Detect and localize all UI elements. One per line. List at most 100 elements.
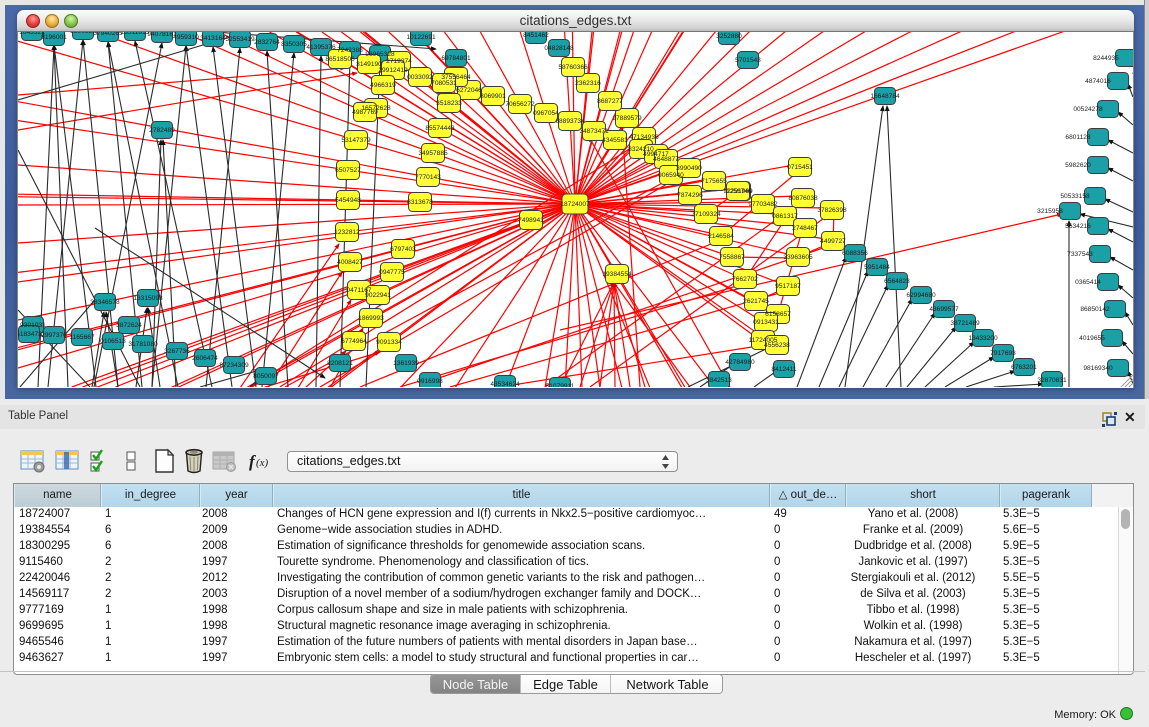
svg-text:51079911: 51079911: [546, 383, 575, 387]
svg-text:2606474: 2606474: [192, 355, 218, 362]
svg-text:9517187: 9517187: [775, 283, 801, 290]
svg-text:2748467: 2748467: [792, 225, 818, 232]
svg-text:37826398: 37826398: [817, 207, 847, 214]
svg-text:5701543: 5701543: [735, 57, 761, 64]
svg-text:10122691: 10122691: [406, 34, 436, 41]
svg-text:4959310: 4959310: [173, 34, 199, 41]
svg-text:47134936: 47134936: [629, 134, 659, 141]
svg-text:4987769: 4987769: [352, 109, 378, 116]
svg-text:7874296: 7874296: [677, 192, 703, 199]
svg-text:0106513: 0106513: [100, 338, 126, 345]
svg-text:7337543: 7337543: [1067, 251, 1093, 258]
svg-text:6763201: 6763201: [1011, 364, 1037, 371]
svg-text:1361939: 1361939: [393, 360, 419, 367]
svg-text:77109324: 77109324: [691, 211, 721, 218]
svg-text:41395376: 41395376: [306, 44, 336, 51]
svg-text:8069901: 8069901: [480, 93, 506, 100]
svg-text:4556238: 4556238: [764, 342, 790, 349]
svg-text:8687277: 8687277: [597, 98, 623, 105]
svg-text:96965328: 96965328: [365, 51, 395, 58]
svg-text:87234309: 87234309: [219, 362, 249, 369]
svg-text:4345581: 4345581: [602, 137, 628, 144]
svg-text:0967054: 0967054: [533, 110, 559, 117]
svg-text:0365414: 0365414: [1075, 279, 1101, 286]
svg-text:52553419: 52553419: [225, 36, 255, 43]
svg-text:7242388: 7242388: [337, 47, 363, 54]
svg-text:6507527: 6507527: [335, 167, 361, 174]
svg-text:6774964: 6774964: [341, 338, 367, 345]
svg-text:23511615: 23511615: [121, 32, 150, 36]
svg-text:4874016: 4874016: [1085, 78, 1111, 85]
svg-text:0916998: 0916998: [417, 378, 443, 385]
svg-text:1232812: 1232812: [334, 229, 360, 236]
svg-text:8196001: 8196001: [41, 34, 67, 41]
svg-text:6158657: 6158657: [765, 311, 791, 318]
svg-text:7558867: 7558867: [719, 254, 745, 261]
svg-text:8050097: 8050097: [253, 373, 279, 380]
svg-text:0861317: 0861317: [772, 213, 798, 220]
svg-text:7080531: 7080531: [431, 80, 457, 87]
svg-text:19384554: 19384554: [602, 271, 632, 278]
svg-text:8451462: 8451462: [523, 32, 549, 39]
svg-text:5454948: 5454948: [335, 197, 361, 204]
svg-text:7770143: 7770143: [415, 174, 441, 181]
svg-text:34873471: 34873471: [579, 128, 609, 135]
svg-text:13315098: 13315098: [133, 295, 163, 302]
svg-text:6564823: 6564823: [884, 278, 910, 285]
svg-text:6801128: 6801128: [1065, 134, 1091, 141]
svg-text:4019655: 4019655: [1079, 335, 1105, 342]
svg-text:8313678: 8313678: [407, 199, 433, 206]
svg-text:04828148: 04828148: [544, 45, 574, 52]
svg-text:38346578: 38346578: [90, 299, 120, 306]
svg-text:3267736: 3267736: [164, 348, 190, 355]
svg-text:38721489: 38721489: [950, 320, 980, 327]
svg-text:7662702: 7662702: [732, 276, 758, 283]
svg-text:6272046: 6272046: [456, 87, 482, 94]
svg-text:7498941: 7498941: [518, 217, 544, 224]
svg-text:3990490: 3990490: [676, 165, 702, 172]
svg-text:3149190: 3149190: [356, 61, 382, 68]
svg-text:86518506: 86518506: [325, 56, 355, 63]
svg-text:31781080: 31781080: [128, 341, 158, 348]
svg-text:8412411: 8412411: [771, 366, 797, 373]
svg-text:2719374: 2719374: [386, 58, 412, 65]
svg-text:3842513: 3842513: [706, 377, 732, 384]
svg-text:3215958: 3215958: [1037, 208, 1063, 215]
svg-text:4648877: 4648877: [653, 156, 679, 163]
svg-text:4008427: 4008427: [337, 259, 363, 266]
svg-text:69784801: 69784801: [441, 55, 471, 62]
svg-text:5183473: 5183473: [18, 331, 42, 338]
svg-text:33963605: 33963605: [783, 254, 813, 261]
svg-text:86850142: 86850142: [1080, 306, 1110, 313]
svg-text:9065940: 9065940: [658, 172, 684, 179]
svg-text:8350305: 8350305: [281, 41, 307, 48]
svg-text:5982620: 5982620: [1065, 162, 1091, 169]
svg-text:2146584: 2146584: [708, 233, 734, 240]
svg-text:4966319: 4966319: [370, 82, 396, 89]
svg-text:80876038: 80876038: [788, 195, 818, 202]
svg-text:68893734: 68893734: [555, 118, 585, 125]
svg-text:9091334: 9091334: [376, 339, 402, 346]
svg-text:00524278: 00524278: [1073, 106, 1103, 113]
svg-text:(x): (x): [256, 457, 269, 469]
svg-text:9301031: 9301031: [20, 322, 46, 329]
svg-text:6797403: 6797403: [390, 246, 416, 253]
svg-text:85574443: 85574443: [425, 125, 455, 132]
svg-text:8244935: 8244935: [1093, 55, 1119, 62]
svg-text:0715451: 0715451: [787, 164, 813, 171]
svg-text:13433200: 13433200: [968, 335, 998, 342]
svg-text:4499727: 4499727: [820, 238, 846, 245]
svg-text:0947775: 0947775: [379, 269, 405, 276]
svg-text:97703482: 97703482: [748, 201, 778, 208]
svg-text:16648784: 16648784: [870, 93, 900, 100]
svg-text:50533158: 50533158: [1060, 193, 1090, 200]
svg-text:98169340: 98169340: [1083, 365, 1113, 372]
svg-text:43534624: 43534624: [490, 381, 520, 387]
svg-text:70656272: 70656272: [505, 101, 535, 108]
svg-text:3890838: 3890838: [70, 32, 96, 35]
svg-text:92221969: 92221969: [723, 188, 753, 195]
svg-text:6088356: 6088356: [842, 250, 868, 257]
svg-text:8208121: 8208121: [327, 360, 353, 367]
svg-text:2362316: 2362316: [575, 80, 601, 87]
svg-text:7917693: 7917693: [990, 350, 1016, 357]
